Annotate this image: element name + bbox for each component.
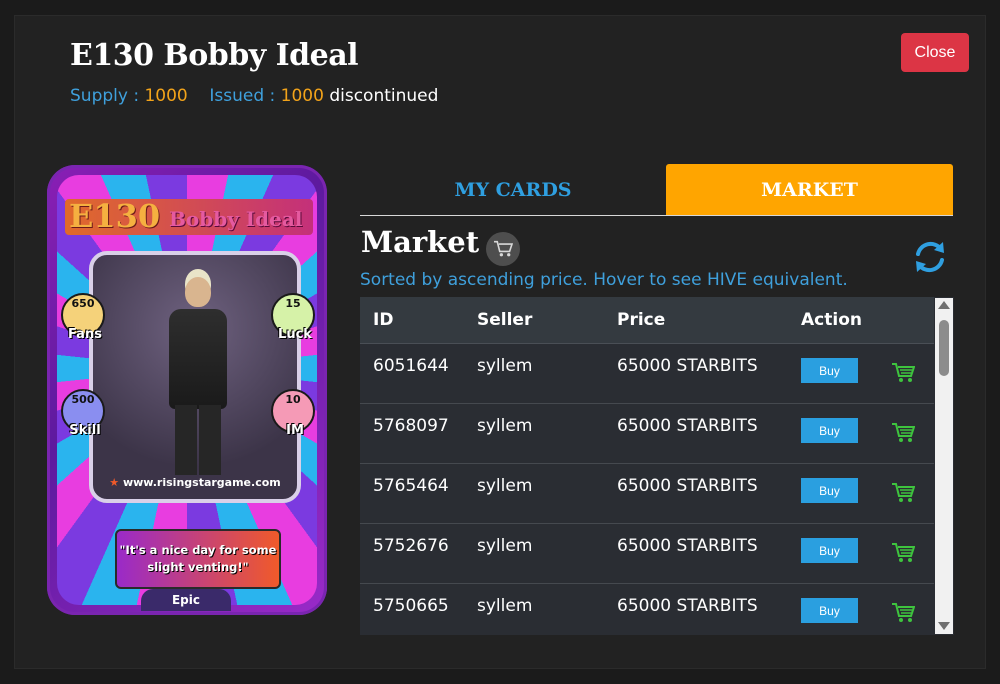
row-seller: syllem [477,596,533,616]
star-icon: ★ [109,476,120,489]
rarity-badge: Epic [141,589,231,611]
buy-button[interactable]: Buy [801,538,858,563]
row-id: 5752676 [373,536,449,556]
column-seller: Seller [477,310,533,330]
buy-button[interactable]: Buy [801,358,858,383]
issued-label: Issued : [209,86,276,106]
sort-note: Sorted by ascending price. Hover to see … [360,270,848,290]
stat-luck: 15 Luck [271,293,315,342]
figure-body [169,309,227,409]
row-seller: syllem [477,476,533,496]
row-seller: syllem [477,356,533,376]
buy-button[interactable]: Buy [801,598,858,623]
close-button[interactable]: Close [901,33,969,72]
cart-icon [486,232,520,266]
row-seller: syllem [477,416,533,436]
issued-value: 1000 [280,86,324,106]
figure-legs [175,405,221,475]
stat-im: 10 IM [271,389,315,438]
supply-info: Supply : 1000 Issued : 1000 discontinued [70,86,438,106]
add-to-cart-icon[interactable] [891,422,915,444]
card-code: E130 [69,197,161,235]
card-image: E130 Bobby Ideal ★ www.risingstargame.co… [47,165,327,615]
column-price: Price [617,310,666,330]
table-scrollbar[interactable] [935,298,953,634]
stat-skill: 500 Skill [61,389,105,438]
tab-my-cards[interactable]: MY CARDS [360,164,666,216]
row-price: 65000 STARBITS [617,356,758,376]
scroll-down-arrow-icon[interactable] [938,622,950,630]
scrollbar-thumb[interactable] [939,320,949,376]
add-to-cart-icon[interactable] [891,362,915,384]
refresh-icon[interactable] [910,237,950,277]
table-row: 5765464 syllem 65000 STARBITS Buy [360,464,934,524]
column-action: Action [801,310,862,330]
table-header: ID Seller Price Action [360,297,934,344]
market-table: ID Seller Price Action 6051644 syllem 65… [360,297,954,635]
scroll-up-arrow-icon[interactable] [938,301,950,309]
table-row: 5750665 syllem 65000 STARBITS Buy [360,584,934,635]
card-name: Bobby Ideal [169,207,303,231]
row-id: 5768097 [373,416,449,436]
table-row: 6051644 syllem 65000 STARBITS Buy [360,344,934,404]
row-id: 5750665 [373,596,449,616]
figure-head [185,277,211,307]
buy-button[interactable]: Buy [801,478,858,503]
row-id: 6051644 [373,356,449,376]
stat-fans: 650 Fans [61,293,105,342]
card-website: ★ www.risingstargame.com [109,476,281,489]
buy-button[interactable]: Buy [801,418,858,443]
page-title: E130 Bobby Ideal [70,38,359,73]
status-text: discontinued [329,86,439,106]
row-price: 65000 STARBITS [617,596,758,616]
tab-market[interactable]: MARKET [666,164,953,216]
row-id: 5765464 [373,476,449,496]
card-background: E130 Bobby Ideal ★ www.risingstargame.co… [57,175,317,605]
supply-value: 1000 [144,86,188,106]
market-heading: Market [361,225,480,259]
add-to-cart-icon[interactable] [891,542,915,564]
table-row: 5768097 syllem 65000 STARBITS Buy [360,404,934,464]
add-to-cart-icon[interactable] [891,482,915,504]
card-portrait: ★ www.risingstargame.com [89,251,301,503]
card-quote: "It's a nice day for some slight venting… [115,529,281,589]
supply-label: Supply : [70,86,140,106]
tab-divider [360,215,953,216]
column-id: ID [373,310,394,330]
row-seller: syllem [477,536,533,556]
row-price: 65000 STARBITS [617,476,758,496]
row-price: 65000 STARBITS [617,416,758,436]
table-row: 5752676 syllem 65000 STARBITS Buy [360,524,934,584]
add-to-cart-icon[interactable] [891,602,915,624]
row-price: 65000 STARBITS [617,536,758,556]
